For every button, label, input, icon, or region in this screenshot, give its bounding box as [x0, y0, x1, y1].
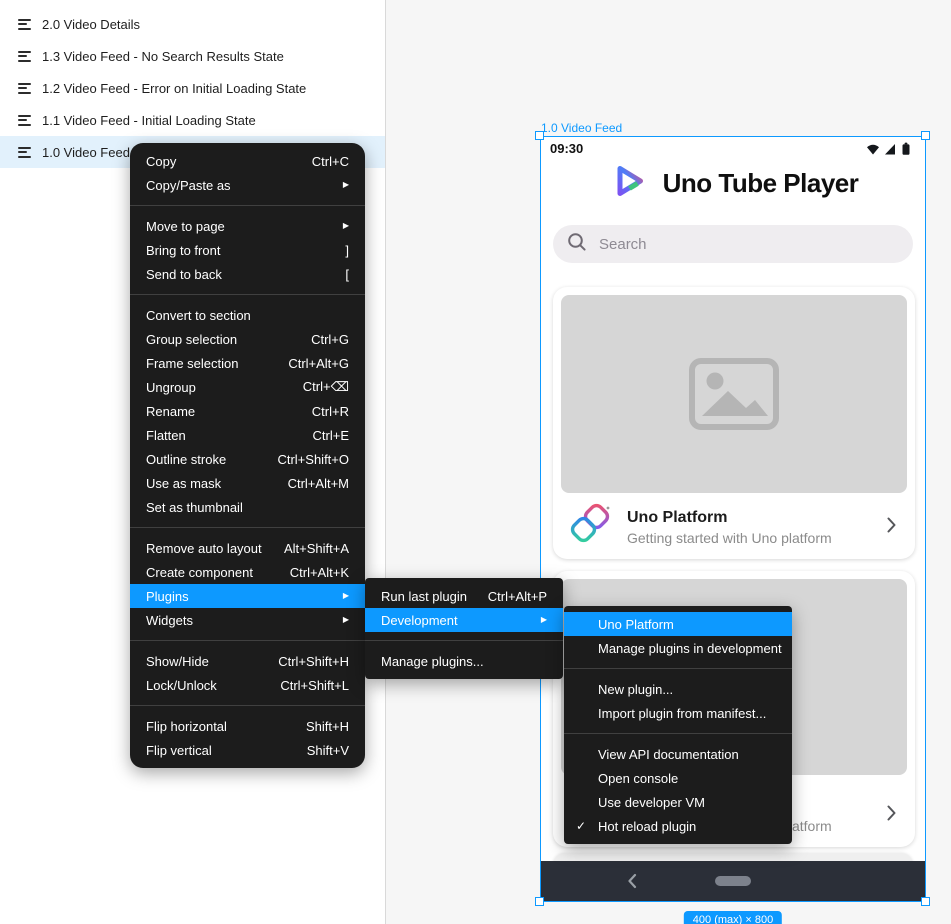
- menu-item-uno-platform[interactable]: Uno Platform: [564, 612, 792, 636]
- layer-label: 1.2 Video Feed - Error on Initial Loadin…: [42, 81, 306, 96]
- menu-item-open-console[interactable]: Open console: [564, 766, 792, 790]
- submenu-arrow-icon: ▶: [343, 616, 349, 624]
- plugins-submenu: Run last plugin Ctrl+Alt+P Development ▶…: [365, 578, 563, 679]
- layer-label: 1.1 Video Feed - Initial Loading State: [42, 113, 256, 128]
- layer-label: 2.0 Video Details: [42, 17, 140, 32]
- card-title: Uno Platform: [627, 509, 872, 527]
- picture-icon: [688, 357, 780, 431]
- menu-item-use-developer-vm[interactable]: Use developer VM: [564, 790, 792, 814]
- menu-separator: [564, 668, 792, 669]
- menu-item-outline-stroke[interactable]: Outline stroke Ctrl+Shift+O: [130, 447, 365, 471]
- menu-item-show-hide[interactable]: Show/Hide Ctrl+Shift+H: [130, 649, 365, 673]
- menu-separator: [130, 640, 365, 641]
- menu-separator: [130, 705, 365, 706]
- layer-label: 1.0 Video Feed: [42, 145, 130, 160]
- menu-item-widgets[interactable]: Widgets ▶: [130, 608, 365, 632]
- wifi-icon: [867, 145, 879, 155]
- frame-layer-icon: [18, 83, 31, 94]
- menu-item-convert-to-section[interactable]: Convert to section: [130, 303, 365, 327]
- menu-item-manage-plugins[interactable]: Manage plugins...: [365, 649, 563, 673]
- menu-item-new-plugin[interactable]: New plugin...: [564, 677, 792, 701]
- menu-item-bring-to-front[interactable]: Bring to front ]: [130, 238, 365, 262]
- nav-back-icon[interactable]: [627, 873, 637, 894]
- selection-handle-top-right[interactable]: [921, 131, 930, 140]
- submenu-arrow-icon: ▶: [343, 222, 349, 230]
- menu-separator: [564, 733, 792, 734]
- selection-handle-bottom-left[interactable]: [535, 897, 544, 906]
- menu-item-rename[interactable]: Rename Ctrl+R: [130, 399, 365, 423]
- android-nav-bar: [541, 861, 925, 901]
- layer-label: 1.3 Video Feed - No Search Results State: [42, 49, 284, 64]
- search-icon: [567, 232, 587, 257]
- development-submenu: Uno Platform Manage plugins in developme…: [564, 606, 792, 844]
- status-time: 09:30: [550, 141, 583, 156]
- layer-item-1-2[interactable]: 1.2 Video Feed - Error on Initial Loadin…: [0, 72, 385, 104]
- video-thumbnail-placeholder: [561, 295, 907, 493]
- menu-item-set-as-thumbnail[interactable]: Set as thumbnail: [130, 495, 365, 519]
- menu-item-flip-vertical[interactable]: Flip vertical Shift+V: [130, 738, 365, 762]
- video-card[interactable]: Uno Platform Getting started with Uno pl…: [553, 287, 915, 559]
- menu-separator: [130, 527, 365, 528]
- menu-item-plugins[interactable]: Plugins ▶: [130, 584, 365, 608]
- selection-handle-bottom-right[interactable]: [921, 897, 930, 906]
- menu-item-ungroup[interactable]: Ungroup Ctrl+⌫: [130, 375, 365, 399]
- card-subtitle: Getting started with Uno platform: [627, 530, 872, 546]
- frame-dimensions-badge: 400 (max) × 800: [684, 911, 782, 924]
- chevron-right-icon[interactable]: [886, 804, 897, 827]
- menu-item-use-as-mask[interactable]: Use as mask Ctrl+Alt+M: [130, 471, 365, 495]
- menu-separator: [130, 294, 365, 295]
- menu-separator: [365, 640, 563, 641]
- menu-item-group-selection[interactable]: Group selection Ctrl+G: [130, 327, 365, 351]
- menu-item-flatten[interactable]: Flatten Ctrl+E: [130, 423, 365, 447]
- submenu-arrow-icon: ▶: [343, 181, 349, 189]
- uno-platform-logo-icon: [567, 502, 613, 553]
- search-bar[interactable]: [553, 225, 913, 263]
- chevron-right-icon[interactable]: [886, 516, 897, 539]
- search-input[interactable]: [599, 236, 899, 253]
- layer-item-1-3[interactable]: 1.3 Video Feed - No Search Results State: [0, 40, 385, 72]
- menu-item-create-component[interactable]: Create component Ctrl+Alt+K: [130, 560, 365, 584]
- menu-item-development[interactable]: Development ▶: [365, 608, 563, 632]
- uno-play-logo-icon: [608, 160, 650, 207]
- checkmark-icon: ✓: [576, 819, 586, 833]
- frame-name-label[interactable]: 1.0 Video Feed: [541, 121, 622, 135]
- frame-layer-icon: [18, 115, 31, 126]
- menu-separator: [130, 205, 365, 206]
- context-menu: Copy Ctrl+C Copy/Paste as ▶ Move to page…: [130, 143, 365, 768]
- menu-item-copy[interactable]: Copy Ctrl+C: [130, 149, 365, 173]
- status-icons: [865, 142, 917, 161]
- layer-item-2-0[interactable]: 2.0 Video Details: [0, 8, 385, 40]
- menu-item-lock-unlock[interactable]: Lock/Unlock Ctrl+Shift+L: [130, 673, 365, 697]
- app-header: Uno Tube Player: [541, 161, 925, 205]
- selection-handle-top-left[interactable]: [535, 131, 544, 140]
- menu-item-remove-auto-layout[interactable]: Remove auto layout Alt+Shift+A: [130, 536, 365, 560]
- menu-item-flip-horizontal[interactable]: Flip horizontal Shift+H: [130, 714, 365, 738]
- frame-layer-icon: [18, 51, 31, 62]
- frame-layer-icon: [18, 147, 31, 158]
- submenu-arrow-icon: ▶: [343, 592, 349, 600]
- frame-layer-icon: [18, 19, 31, 30]
- nav-home-pill[interactable]: [715, 876, 751, 886]
- menu-item-copy-paste-as[interactable]: Copy/Paste as ▶: [130, 173, 365, 197]
- submenu-arrow-icon: ▶: [541, 616, 547, 624]
- battery-icon: [903, 143, 910, 155]
- signal-icon: [885, 144, 895, 155]
- menu-item-send-to-back[interactable]: Send to back [: [130, 262, 365, 286]
- menu-item-manage-plugins-in-development[interactable]: Manage plugins in development: [564, 636, 792, 660]
- app-title: Uno Tube Player: [663, 168, 859, 199]
- menu-item-import-plugin-from-manifest[interactable]: Import plugin from manifest...: [564, 701, 792, 725]
- menu-item-frame-selection[interactable]: Frame selection Ctrl+Alt+G: [130, 351, 365, 375]
- menu-item-hot-reload-plugin[interactable]: ✓ Hot reload plugin: [564, 814, 792, 838]
- menu-item-run-last-plugin[interactable]: Run last plugin Ctrl+Alt+P: [365, 584, 563, 608]
- menu-item-move-to-page[interactable]: Move to page ▶: [130, 214, 365, 238]
- layer-item-1-1[interactable]: 1.1 Video Feed - Initial Loading State: [0, 104, 385, 136]
- menu-item-view-api-documentation[interactable]: View API documentation: [564, 742, 792, 766]
- status-bar: 09:30: [541, 137, 925, 161]
